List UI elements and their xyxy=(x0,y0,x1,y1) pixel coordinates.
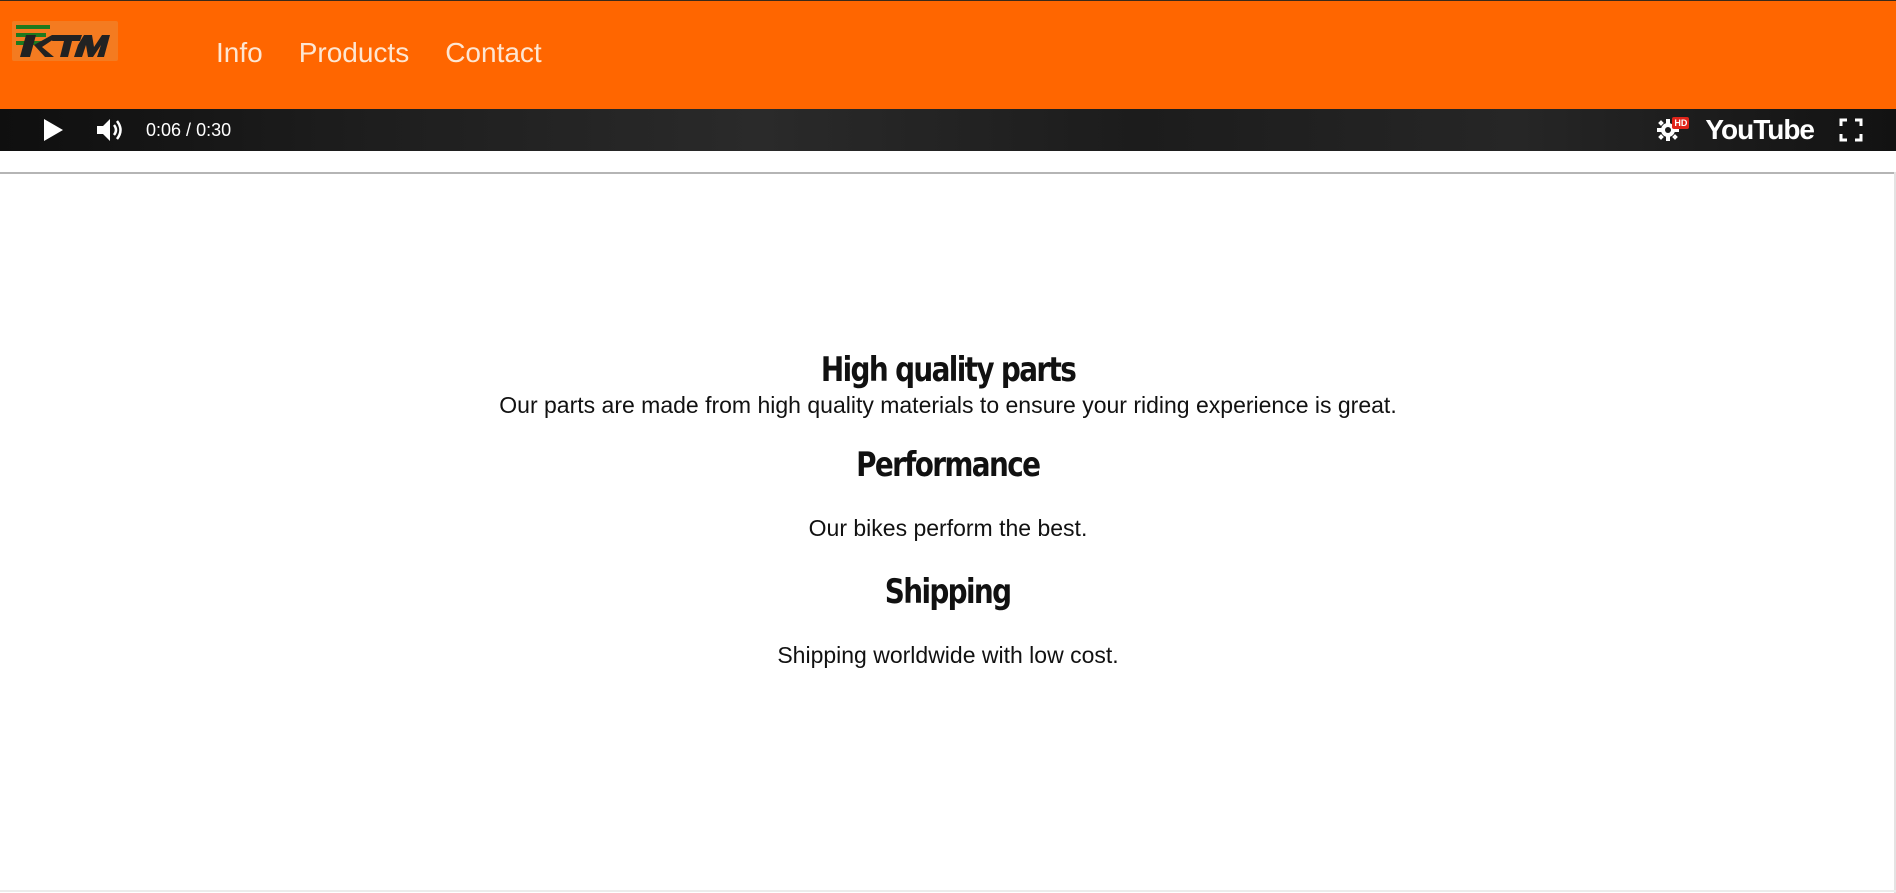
nav-item-info[interactable]: Info xyxy=(216,37,263,69)
feature-section-shipping: Shipping Shipping worldwide with low cos… xyxy=(0,572,1896,669)
feature-title: High quality parts xyxy=(820,350,1077,390)
site-header: Info Products Contact xyxy=(0,0,1896,109)
fullscreen-button[interactable] xyxy=(1836,115,1866,145)
ktm-logo[interactable] xyxy=(12,21,118,61)
duration: 0:30 xyxy=(196,119,232,140)
video-player-controls: 0:06 / 0:30 HD YouTube xyxy=(0,109,1896,151)
nav-item-products[interactable]: Products xyxy=(299,37,410,69)
feature-text: Our parts are made from high quality mat… xyxy=(499,392,1397,418)
nav-item-contact[interactable]: Contact xyxy=(445,37,542,69)
features-content: High quality parts Our parts are made fr… xyxy=(0,340,1896,669)
settings-button[interactable]: HD xyxy=(1653,115,1690,145)
youtube-logo[interactable]: YouTube xyxy=(1705,114,1815,146)
feature-text: Our bikes perform the best. xyxy=(808,515,1088,541)
volume-icon xyxy=(97,119,122,141)
fullscreen-icon xyxy=(1839,118,1863,142)
current-time: 0:06 xyxy=(146,119,182,140)
content-bottom-border xyxy=(0,890,1896,892)
hd-badge: HD xyxy=(1672,117,1690,129)
section-divider xyxy=(0,172,1896,174)
volume-button[interactable] xyxy=(94,115,128,145)
time-display: 0:06 / 0:30 xyxy=(146,120,231,141)
feature-title: Shipping xyxy=(885,572,1012,612)
play-button[interactable] xyxy=(38,115,68,145)
feature-title: Performance xyxy=(856,445,1041,485)
main-nav: Info Products Contact xyxy=(216,37,542,69)
time-separator: / xyxy=(181,119,197,140)
play-icon xyxy=(44,119,63,141)
feature-text: Shipping worldwide with low cost. xyxy=(777,642,1119,668)
feature-section-performance: Performance Our bikes perform the best. xyxy=(0,445,1896,542)
feature-section-quality: High quality parts Our parts are made fr… xyxy=(0,340,1896,419)
